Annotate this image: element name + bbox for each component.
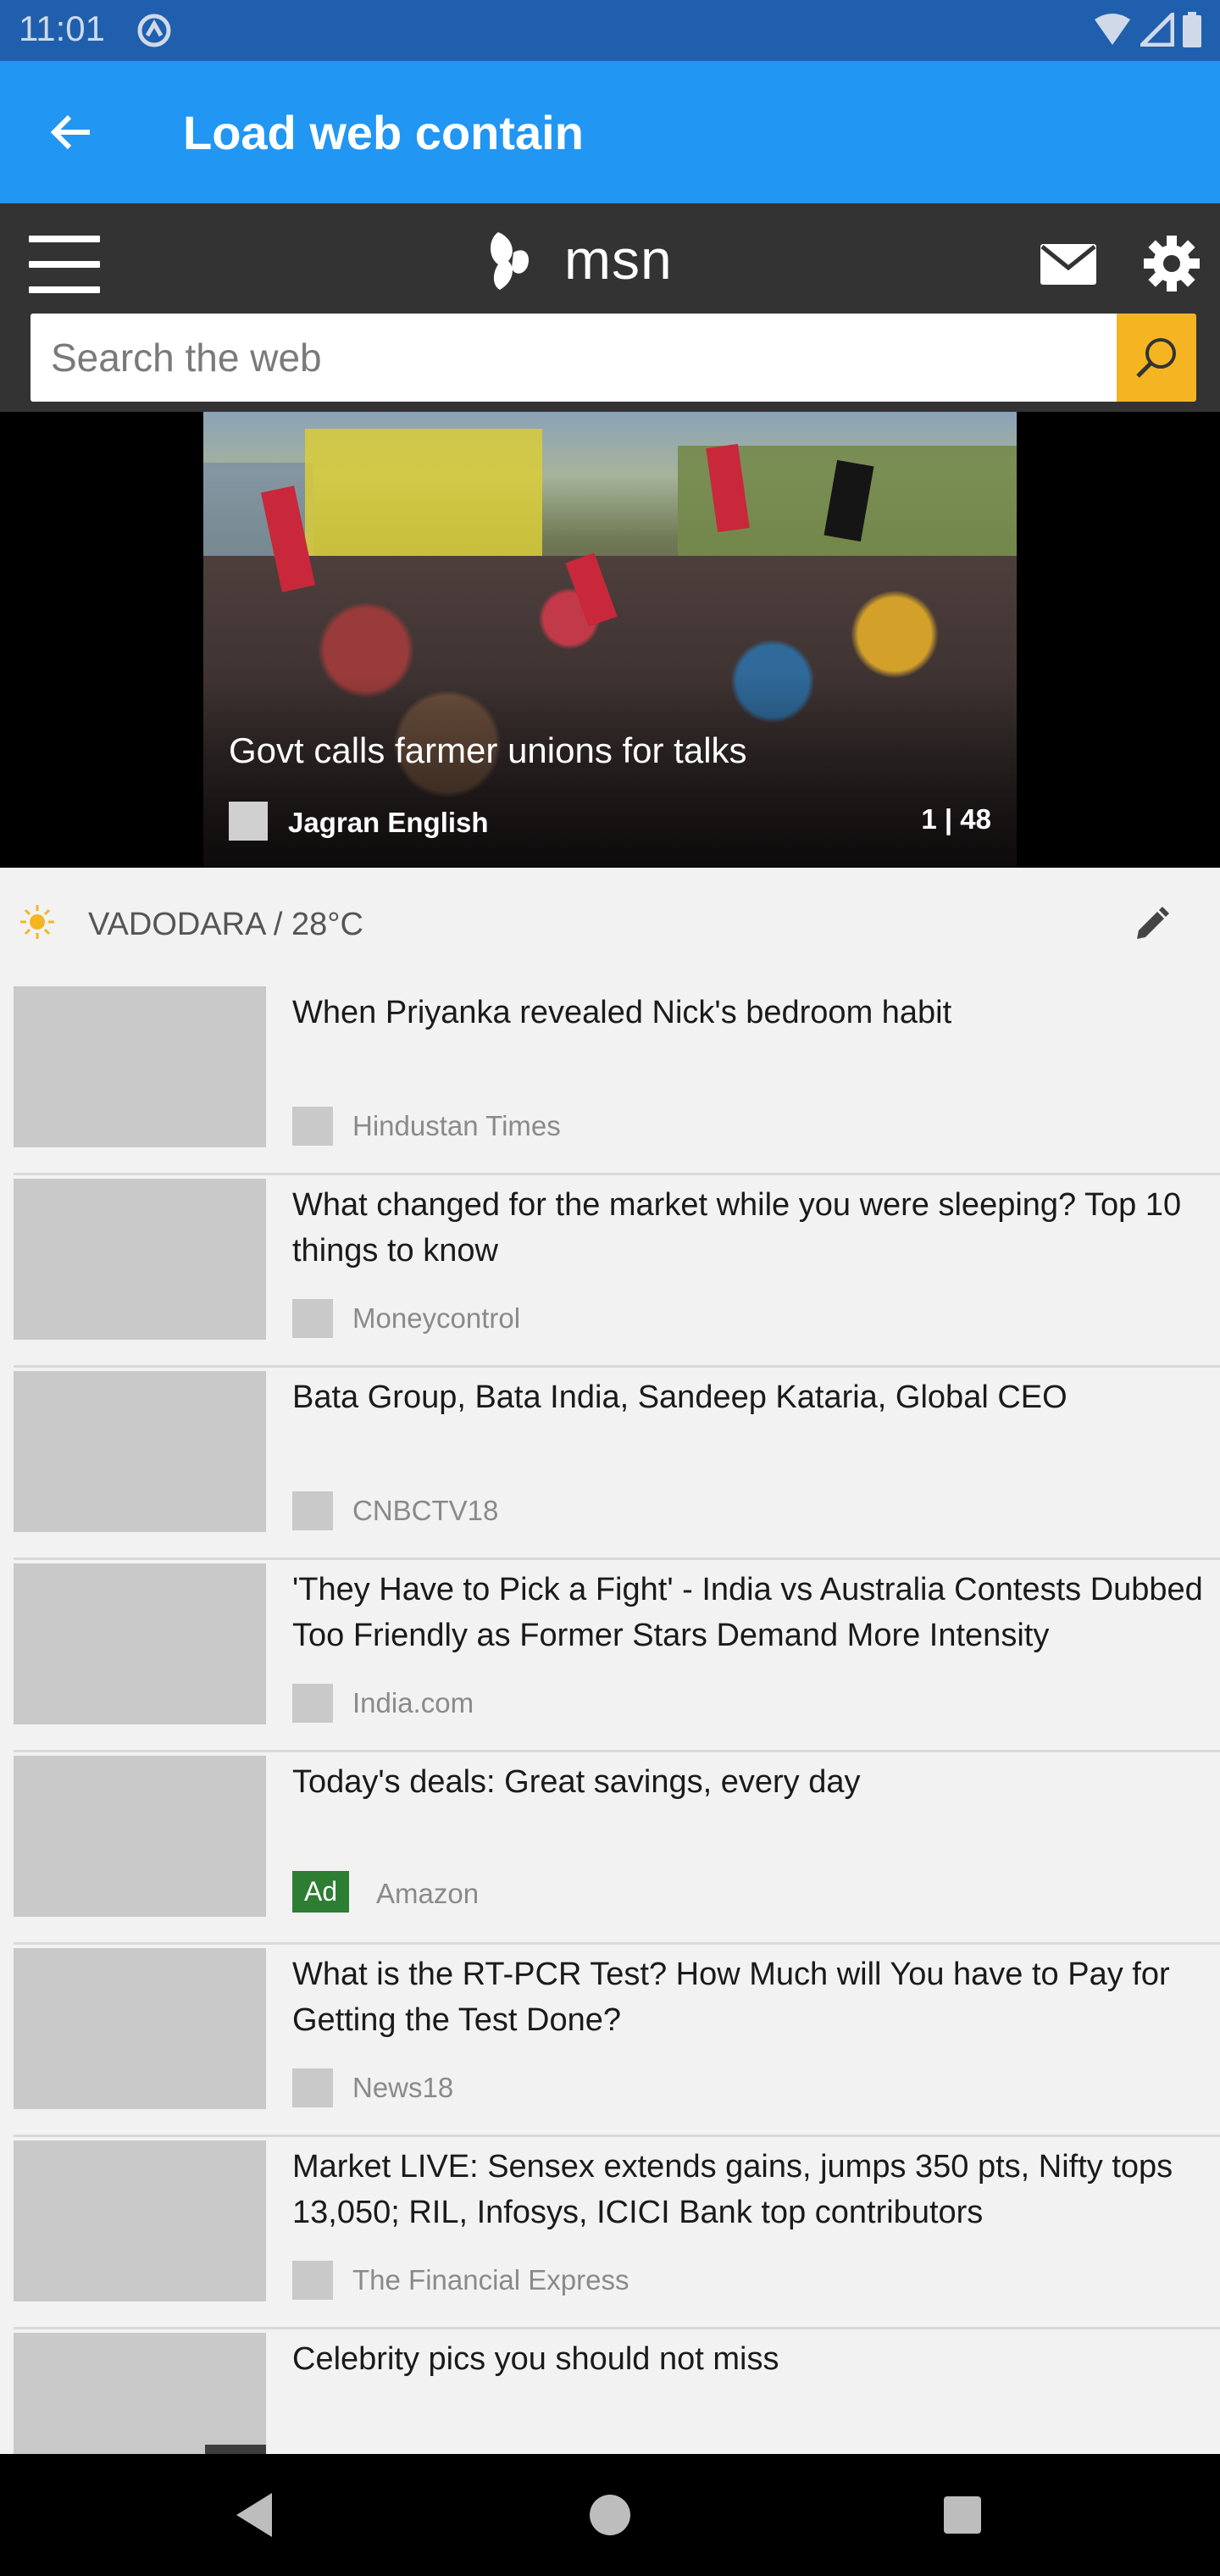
msn-logo[interactable]: msn xyxy=(483,227,673,291)
app-title: Load web contain xyxy=(183,106,584,159)
weather-text[interactable]: VADODARA / 28°C xyxy=(88,907,363,943)
news-title[interactable]: What changed for the market while you we… xyxy=(292,1182,1220,1274)
news-item[interactable]: Bata Group, Bata India, Sandeep Kataria,… xyxy=(14,1368,1220,1560)
news-thumbnail xyxy=(14,986,266,1147)
hero-carousel: Govt calls farmer unions for talks Jagra… xyxy=(0,412,1220,868)
news-source: Hindustan Times xyxy=(352,1110,561,1141)
msn-brand-text: msn xyxy=(564,228,673,291)
news-title[interactable]: When Priyanka revealed Nick's bedroom ha… xyxy=(292,990,1220,1035)
hero-counter: 1 | 48 xyxy=(921,803,991,835)
news-item-ad[interactable]: Today's deals: Great savings, every day … xyxy=(14,1752,1220,1945)
hero-source-logo xyxy=(229,802,268,841)
source-logo xyxy=(292,1684,333,1723)
sync-icon xyxy=(136,12,173,53)
news-title[interactable]: Celebrity pics you should not miss xyxy=(292,2336,1220,2382)
msn-butterfly-icon xyxy=(491,232,530,290)
app-bar: Load web contain xyxy=(0,61,1220,203)
arrow-left-icon xyxy=(50,114,90,150)
news-thumbnail xyxy=(14,2140,266,2301)
edit-pencil-icon[interactable] xyxy=(1132,905,1171,948)
news-thumbnail xyxy=(14,1179,266,1340)
news-title[interactable]: Today's deals: Great savings, every day xyxy=(292,1759,1220,1805)
news-thumbnail xyxy=(14,1948,266,2109)
system-nav-bar xyxy=(0,2454,1220,2576)
news-source: Moneycontrol xyxy=(352,1302,521,1334)
news-title[interactable]: Market LIVE: Sensex extends gains, jumps… xyxy=(292,2144,1220,2235)
menu-icon[interactable] xyxy=(29,236,100,295)
search-icon xyxy=(1136,338,1176,378)
source-logo xyxy=(292,1491,333,1530)
source-logo xyxy=(292,2068,333,2107)
news-source: The Financial Express xyxy=(352,2264,629,2296)
news-source: India.com xyxy=(352,1687,474,1718)
status-time: 11:01 xyxy=(19,8,105,48)
news-title[interactable]: 'They Have to Pick a Fight' - India vs A… xyxy=(292,1567,1220,1658)
search-input[interactable] xyxy=(30,314,1117,402)
msn-header: msn xyxy=(0,203,1220,412)
news-thumbnail xyxy=(14,1756,266,1917)
news-source: News18 xyxy=(352,2072,454,2103)
hero-title[interactable]: Govt calls farmer unions for talks xyxy=(229,730,747,771)
weather-bar: VADODARA / 28°C xyxy=(0,868,1220,983)
news-feed: When Priyanka revealed Nick's bedroom ha… xyxy=(0,983,1220,2522)
source-logo xyxy=(292,1107,333,1146)
nav-home-icon[interactable] xyxy=(590,2495,630,2535)
hero-source: Jagran English xyxy=(288,807,489,838)
source-logo xyxy=(292,1299,333,1338)
status-bar: 11:01 xyxy=(0,0,1220,61)
sun-icon xyxy=(19,903,56,945)
news-thumbnail xyxy=(14,1563,266,1724)
source-logo xyxy=(292,2261,333,2300)
news-item[interactable]: When Priyanka revealed Nick's bedroom ha… xyxy=(14,983,1220,1175)
news-item[interactable]: 'They Have to Pick a Fight' - India vs A… xyxy=(14,1560,1220,1752)
news-item[interactable]: What is the RT-PCR Test? How Much will Y… xyxy=(14,1945,1220,2137)
settings-gear-icon[interactable] xyxy=(1142,234,1201,297)
news-item[interactable]: Market LIVE: Sensex extends gains, jumps… xyxy=(14,2137,1220,2329)
signal-icon xyxy=(1136,8,1175,51)
ad-badge: Ad xyxy=(292,1871,350,1913)
hero-slide[interactable]: Govt calls farmer unions for talks Jagra… xyxy=(203,412,1017,868)
news-title[interactable]: Bata Group, Bata India, Sandeep Kataria,… xyxy=(292,1374,1220,1420)
status-icons xyxy=(1093,8,1201,52)
search-button[interactable] xyxy=(1117,314,1196,402)
back-button[interactable] xyxy=(34,95,108,169)
news-item[interactable]: What changed for the market while you we… xyxy=(14,1175,1220,1368)
nav-recents-icon[interactable] xyxy=(944,2496,981,2534)
hero-image-truck xyxy=(305,429,542,556)
news-title[interactable]: What is the RT-PCR Test? How Much will Y… xyxy=(292,1951,1220,2043)
mail-icon[interactable] xyxy=(1040,244,1096,289)
news-source: CNBCTV18 xyxy=(352,1495,499,1526)
news-thumbnail xyxy=(14,1371,266,1532)
battery-icon xyxy=(1183,12,1201,52)
wifi-icon xyxy=(1093,13,1132,51)
nav-back-icon[interactable] xyxy=(233,2491,275,2543)
news-source: Amazon xyxy=(376,1878,480,1909)
